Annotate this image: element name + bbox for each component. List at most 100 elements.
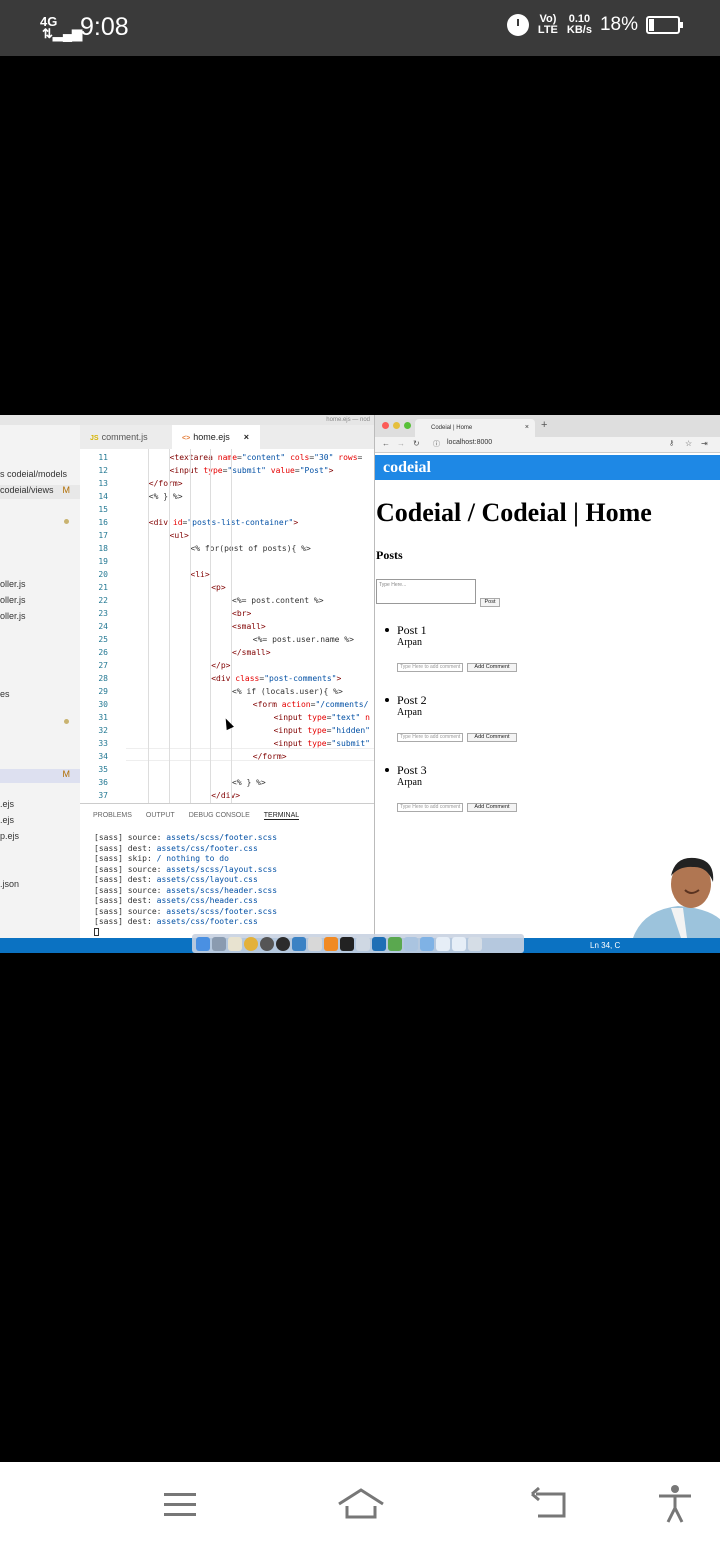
line-number: 24	[98, 622, 108, 631]
sidebar-item[interactable]: s codeial/models	[0, 469, 80, 479]
code-line[interactable]: <input type="submit"	[274, 737, 370, 750]
sublime-icon[interactable]	[324, 936, 338, 951]
code-line[interactable]: <ul>	[170, 529, 189, 542]
terminal-icon[interactable]	[340, 936, 354, 951]
chrome-icon[interactable]	[244, 936, 258, 951]
reload-icon[interactable]: ↻	[413, 439, 420, 448]
code-line[interactable]: <input type="hidden"	[274, 724, 370, 737]
code-line[interactable]: </form>	[253, 750, 287, 763]
minimize-window-icon[interactable]	[393, 422, 400, 429]
code-editor[interactable]: 11 <textarea name="content" cols="30" row…	[80, 449, 374, 803]
sidebar-item[interactable]: oller.js	[0, 595, 80, 605]
app-icon[interactable]	[436, 936, 450, 951]
sidebar-item[interactable]: .ejs	[0, 799, 80, 809]
terminal-output[interactable]: [sass] source: assets/scss/footer.scss [s…	[94, 833, 277, 939]
code-line[interactable]: <textarea name="content" cols="30" rows=	[170, 451, 363, 464]
comment-input[interactable]: Type Here to add comment	[397, 803, 463, 812]
bullet-icon	[385, 628, 389, 632]
maximize-window-icon[interactable]	[404, 422, 411, 429]
tab-home-ejs[interactable]: <> home.ejs ×	[172, 425, 260, 449]
back-icon[interactable]	[530, 1484, 570, 1524]
add-comment-button[interactable]: Add Comment	[467, 803, 517, 812]
line-number: 36	[98, 778, 108, 787]
sidebar-item[interactable]: .ejs	[0, 815, 80, 825]
code-line[interactable]: <p>	[211, 581, 225, 594]
browser-tab[interactable]: Codeial | Home ×	[415, 419, 535, 437]
notes-icon[interactable]	[228, 936, 242, 951]
cursor-position[interactable]: Ln 34, C	[590, 941, 620, 950]
close-tab-icon[interactable]: ×	[525, 419, 529, 437]
sidebar-item[interactable]: es	[0, 689, 80, 699]
indent-guide	[190, 449, 191, 803]
sidebar-item[interactable]: .json	[0, 879, 80, 889]
menu-icon[interactable]: ⇥	[701, 439, 708, 448]
line-number: 29	[98, 687, 108, 696]
tab-output[interactable]: OUTPUT	[146, 812, 175, 820]
post-content-textarea[interactable]: Type Here...	[376, 579, 476, 604]
app-icon[interactable]	[292, 936, 306, 951]
add-comment-button[interactable]: Add Comment	[467, 733, 517, 742]
app-icon[interactable]	[308, 936, 322, 951]
vscode-icon[interactable]	[372, 936, 386, 951]
sidebar-item[interactable]: oller.js	[0, 579, 80, 589]
tab-problems[interactable]: PROBLEMS	[93, 812, 132, 820]
app-icon[interactable]	[404, 936, 418, 951]
post-button[interactable]: Post	[480, 598, 500, 607]
code-line[interactable]: <% } %>	[149, 490, 183, 503]
sidebar-item[interactable]: codeial/views M	[0, 485, 80, 499]
code-line[interactable]: <input type="submit" value="Post">	[170, 464, 334, 477]
code-line[interactable]: <small>	[232, 620, 266, 633]
code-line[interactable]: </small>	[232, 646, 271, 659]
code-line[interactable]: <% for(post of posts){ %>	[190, 542, 310, 555]
code-line[interactable]: <% if (locals.user){ %>	[232, 685, 343, 698]
code-line[interactable]: <% } %>	[232, 776, 266, 789]
code-line[interactable]: <li>	[190, 568, 209, 581]
code-line[interactable]: <br>	[232, 607, 251, 620]
code-line[interactable]: <div id="posts-list-container">	[149, 516, 298, 529]
tab-debug-console[interactable]: DEBUG CONSOLE	[189, 812, 250, 820]
sidebar-item[interactable]: oller.js	[0, 611, 80, 621]
sidebar-item[interactable]: p.ejs	[0, 831, 80, 841]
code-line[interactable]: <%= post.user.name %>	[253, 633, 354, 646]
bookmark-star-icon[interactable]: ☆	[685, 439, 692, 448]
site-brand[interactable]: codeial	[375, 455, 720, 480]
folder-icon[interactable]	[420, 936, 434, 951]
code-line[interactable]: </div>	[211, 789, 240, 802]
sidebar-item[interactable]: M	[0, 769, 80, 783]
new-tab-button[interactable]: +	[541, 419, 547, 431]
menu-icon[interactable]	[160, 1484, 200, 1524]
back-arrow-icon[interactable]: ←	[382, 439, 390, 448]
info-icon[interactable]: ⓘ	[433, 439, 440, 449]
app-icon[interactable]	[452, 936, 466, 951]
comment-input[interactable]: Type Here to add comment	[397, 663, 463, 672]
app-icon[interactable]	[260, 936, 274, 951]
key-icon[interactable]: ⚷	[669, 439, 674, 447]
forward-arrow-icon[interactable]: →	[397, 439, 405, 448]
video-frame[interactable]: home.ejs — nod s codeial/models codeial/v…	[0, 415, 720, 953]
address-bar[interactable]: localhost:8000	[447, 439, 492, 446]
code-line[interactable]: </p>	[211, 659, 230, 672]
code-line[interactable]: </form>	[149, 477, 183, 490]
code-line[interactable]: <form action="/comments/	[253, 698, 369, 711]
comment-input[interactable]: Type Here to add comment	[397, 733, 463, 742]
tab-terminal[interactable]: TERMINAL	[263, 812, 300, 820]
obs-icon[interactable]	[276, 936, 290, 951]
tab-comment-js[interactable]: JS comment.js	[80, 425, 172, 449]
app-icon[interactable]	[388, 936, 402, 951]
indent-guide	[210, 449, 211, 803]
close-window-icon[interactable]	[382, 422, 389, 429]
line-number: 13	[98, 479, 108, 488]
terminal-prefix: [sass]	[94, 875, 123, 884]
add-comment-button[interactable]: Add Comment	[467, 663, 517, 672]
help-icon[interactable]	[356, 936, 370, 951]
line-number: 32	[98, 726, 108, 735]
home-icon[interactable]	[336, 1484, 386, 1524]
terminal-line: [sass] dest: assets/css/footer.css	[94, 844, 277, 855]
trash-icon[interactable]	[468, 936, 482, 951]
accessibility-icon[interactable]	[655, 1484, 695, 1524]
code-line[interactable]: <input type="text" n	[274, 711, 370, 724]
code-line[interactable]: <%= post.content %>	[232, 594, 324, 607]
finder-icon[interactable]	[196, 936, 210, 951]
launchpad-icon[interactable]	[212, 936, 226, 951]
close-tab-icon[interactable]: ×	[244, 432, 249, 442]
